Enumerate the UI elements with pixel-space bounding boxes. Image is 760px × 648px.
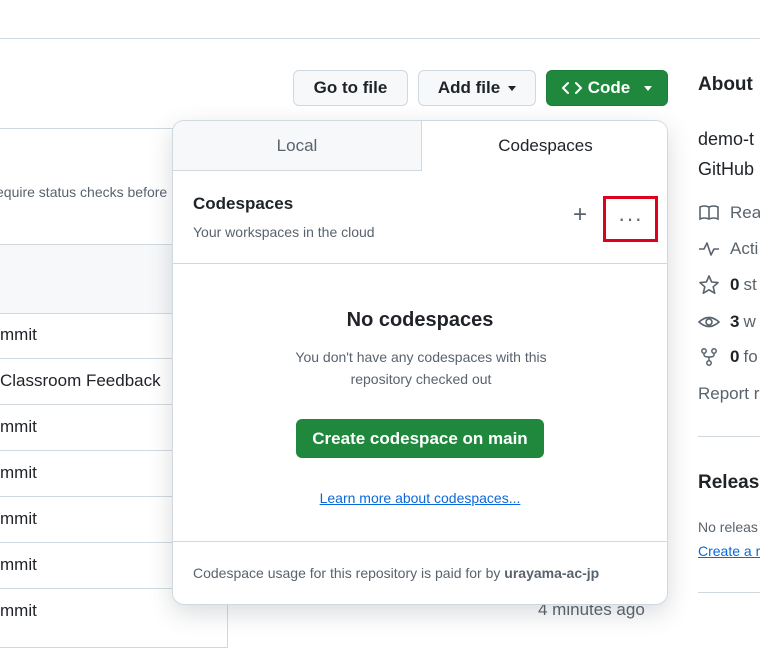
file-row-commit[interactable]: mmit: [0, 601, 37, 621]
about-description-line: demo-t: [698, 129, 755, 149]
about-heading: About: [698, 74, 753, 95]
usage-owner: urayama-ac-jp: [504, 565, 600, 581]
readme-label: Rea: [730, 203, 760, 222]
codespaces-section-subtitle: Your workspaces in the cloud: [193, 224, 375, 240]
about-description-line: GitHub: [698, 159, 755, 179]
readme-link[interactable]: Rea: [698, 203, 760, 223]
usage-footer-text: Codespace usage for this repository is p…: [193, 565, 505, 581]
sidebar-divider: [698, 436, 760, 437]
code-icon: [561, 82, 582, 94]
tab-local[interactable]: Local: [173, 121, 421, 170]
section-divider: [173, 263, 667, 264]
empty-state-title: No codespaces: [346, 309, 494, 331]
eye-icon: [698, 316, 720, 328]
footer-divider: [173, 541, 667, 542]
code-label: Code: [587, 78, 631, 97]
forks-label: fo: [743, 347, 758, 366]
codespace-options-button[interactable]: ···: [603, 196, 658, 242]
dropdown-tabs: Local Codespaces: [173, 121, 667, 171]
forks-link[interactable]: 0 fo: [698, 347, 758, 367]
watch-label: w: [743, 312, 756, 331]
about-description: demo-t GitHub: [698, 124, 754, 184]
header-divider: [0, 38, 760, 39]
plus-icon: +: [573, 201, 588, 228]
codespaces-section-title: Codespaces: [193, 194, 294, 213]
caret-down-icon: [644, 85, 653, 91]
watch-count: 3: [730, 312, 740, 331]
latest-commit-message[interactable]: equire status checks before: [0, 184, 167, 200]
file-row-commit[interactable]: mmit: [0, 555, 37, 575]
file-row-commit[interactable]: Classroom Feedback: [0, 371, 161, 391]
create-codespace-button[interactable]: Create codespace on main: [296, 419, 544, 458]
code-dropdown-panel: Local Codespaces Codespaces Your workspa…: [172, 120, 668, 605]
learn-more-label: Learn more about codespaces...: [319, 490, 521, 506]
learn-more-link[interactable]: Learn more about codespaces...: [173, 490, 667, 506]
no-releases-text: No releas: [698, 519, 758, 535]
file-row-commit[interactable]: mmit: [0, 417, 37, 437]
file-row-commit[interactable]: mmit: [0, 325, 37, 345]
file-row-commit[interactable]: mmit: [0, 463, 37, 483]
go-to-file-label: Go to file: [313, 78, 388, 97]
activity-link[interactable]: Acti: [698, 239, 758, 259]
activity-label: Acti: [730, 239, 759, 258]
go-to-file-button[interactable]: Go to file: [293, 70, 408, 106]
usage-footer: Codespace usage for this repository is p…: [193, 565, 599, 581]
tab-codespaces-label: Codespaces: [498, 136, 593, 155]
releases-heading[interactable]: Release: [698, 472, 760, 494]
star-icon: [699, 275, 719, 294]
file-row-commit[interactable]: mmit: [0, 509, 37, 529]
pulse-icon: [699, 242, 719, 256]
report-link[interactable]: Report r: [698, 384, 759, 404]
tab-local-label: Local: [276, 135, 318, 155]
kebab-horizontal-icon: ···: [618, 206, 643, 231]
code-button[interactable]: Code: [546, 70, 668, 106]
caret-down-icon: [508, 85, 517, 91]
forks-count: 0: [730, 347, 740, 366]
add-file-button[interactable]: Add file: [418, 70, 536, 106]
sidebar-divider: [698, 592, 760, 593]
add-file-label: Add file: [437, 78, 501, 97]
tab-codespaces[interactable]: Codespaces: [421, 121, 667, 171]
book-icon: [699, 205, 719, 221]
create-release-link[interactable]: Create a r: [698, 543, 760, 559]
watchers-link[interactable]: 3w: [698, 312, 756, 332]
stars-count: 0: [730, 275, 740, 294]
fork-icon: [701, 348, 717, 366]
new-codespace-button[interactable]: +: [573, 203, 587, 227]
report-label: Report r: [698, 384, 760, 403]
empty-state-description: You don't have any codespaces with this …: [295, 349, 547, 387]
stars-link[interactable]: 0st: [698, 275, 757, 295]
create-codespace-label: Create codespace on main: [312, 428, 528, 448]
stars-label: st: [743, 275, 757, 294]
